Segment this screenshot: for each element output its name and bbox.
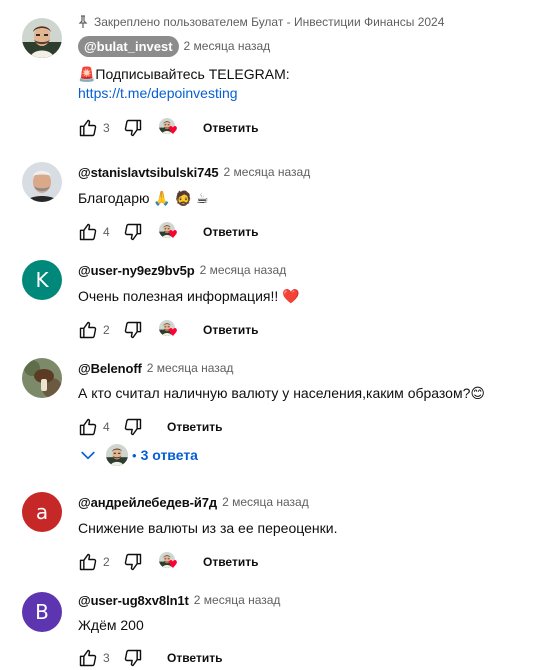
reply-button[interactable]: Ответить [203,121,258,135]
comment-text: 🚨Подписывайтесь TELEGRAM: https://t.me/d… [78,65,536,103]
avatar[interactable] [22,162,62,202]
comment-text: Ждём 200 [78,617,144,633]
heart-icon: ♥ [168,228,178,241]
comment-date[interactable]: 2 месяца назад [184,39,271,53]
avatar[interactable]: a [22,492,62,532]
separator-dot: • [132,447,137,463]
comment-date[interactable]: 2 месяца назад [222,495,309,509]
reply-button[interactable]: Ответить [167,420,222,434]
comment-date[interactable]: 2 месяца назад [194,593,281,607]
chevron-down-icon [78,445,98,465]
comment-text: А кто считал наличную валюту у населения… [78,385,485,401]
comment-date[interactable]: 2 месяца назад [200,263,287,277]
thumbs-down-icon [123,320,143,340]
thumbs-down-icon [123,648,143,668]
avatar[interactable] [22,18,62,58]
thumbs-down-icon [123,222,143,242]
creator-avatar [106,444,128,466]
pinned-label: Закреплено пользователем Булат - Инвести… [78,14,536,30]
heart-icon: ♥ [168,558,178,571]
like-count: 4 [103,420,110,434]
thumbs-up-icon [78,320,98,340]
creator-heart[interactable]: ♥ [159,552,181,572]
thumbs-up-icon [78,222,98,242]
thumbs-down-icon [123,552,143,572]
like-count: 2 [103,555,110,569]
pinned-text: Закреплено пользователем Булат - Инвести… [94,15,445,29]
like-button[interactable] [78,320,98,340]
like-button[interactable] [78,648,98,668]
comment-date[interactable]: 2 месяца назад [147,361,234,375]
author-name[interactable]: @user-ug8xv8ln1t [78,593,189,608]
replies-toggle[interactable]: • 3 ответа [78,444,198,466]
comment-text: Очень полезная информация!! ❤️ [78,288,300,304]
thumbs-up-icon [78,648,98,668]
comment-date[interactable]: 2 месяца назад [224,165,311,179]
dislike-button[interactable] [123,417,143,437]
dislike-button[interactable] [123,222,143,242]
like-button[interactable] [78,222,98,242]
dislike-button[interactable] [123,552,143,572]
comment-text: Снижение валюты из за ее переоценки. [78,520,338,536]
thumbs-up-icon [78,552,98,572]
heart-icon: ♥ [168,326,178,339]
author-name[interactable]: @bulat_invest [78,35,179,57]
reply-button[interactable]: Ответить [167,651,222,665]
like-count: 2 [103,323,110,337]
thumbs-up-icon [78,118,98,138]
avatar-letter: B [35,600,49,624]
like-count: 3 [103,121,110,135]
heart-icon: ♥ [168,124,178,137]
thumbs-up-icon [78,417,98,437]
creator-heart[interactable]: ♥ [159,118,181,138]
like-count: 3 [103,651,110,665]
thumbs-down-icon [123,417,143,437]
avatar[interactable]: K [22,260,62,300]
reply-button[interactable]: Ответить [203,323,258,337]
comment-text: Благодарю 🙏 🧔 ☕ [78,190,209,206]
reply-button[interactable]: Ответить [203,225,258,239]
dislike-button[interactable] [123,648,143,668]
author-name[interactable]: @Belenoff [78,361,142,376]
creator-heart[interactable]: ♥ [159,320,181,340]
author-name[interactable]: @андрейлебедев-й7д [78,495,217,510]
comment-text-line: 🚨Подписывайтесь TELEGRAM: [78,66,290,82]
author-name[interactable]: @user-ny9ez9bv5p [78,263,195,278]
avatar-letter: a [35,500,49,524]
creator-heart[interactable]: ♥ [159,222,181,242]
avatar[interactable]: B [22,592,62,632]
author-name[interactable]: @stanislavtsibulski745 [78,165,219,180]
reply-button[interactable]: Ответить [203,555,258,569]
like-button[interactable] [78,118,98,138]
telegram-link[interactable]: https://t.me/depoinvesting [78,85,238,101]
like-button[interactable] [78,417,98,437]
replies-count: 3 ответа [140,447,198,463]
dislike-button[interactable] [123,320,143,340]
like-count: 4 [103,225,110,239]
thumbs-down-icon [123,118,143,138]
pin-icon [78,15,88,28]
like-button[interactable] [78,552,98,572]
dislike-button[interactable] [123,118,143,138]
avatar-letter: K [35,268,49,292]
avatar[interactable] [22,358,62,398]
